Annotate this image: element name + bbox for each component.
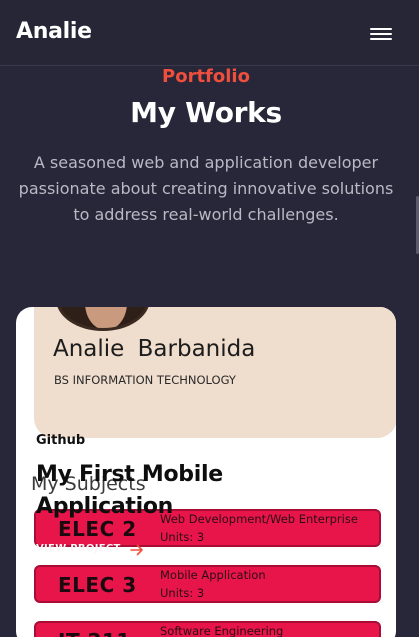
subject-units: Units: 3: [160, 530, 205, 544]
subject-units: Units: 3: [160, 586, 205, 600]
profile-name: Analie Barbanida: [53, 336, 256, 362]
subject-name: Mobile Application: [160, 568, 266, 582]
subject-card: ELEC 3 Mobile Application Units: 3: [34, 565, 381, 603]
project-image: Analie Barbanida BS INFORMATION TECHNOLO…: [34, 307, 396, 438]
brand-logo[interactable]: Analie: [16, 19, 92, 44]
section-description: A seasoned web and application developer…: [18, 153, 394, 224]
subject-code: IT 211: [58, 629, 131, 637]
section-eyebrow: Portfolio: [162, 66, 250, 87]
hamburger-menu-icon[interactable]: [367, 24, 395, 46]
view-project-label: VIEW PROJECT: [36, 543, 121, 554]
profile-degree: BS INFORMATION TECHNOLOGY: [54, 373, 236, 387]
navbar: Analie: [0, 0, 419, 66]
subject-card: IT 211 Software Engineering: [34, 621, 381, 637]
project-card[interactable]: Analie Barbanida BS INFORMATION TECHNOLO…: [16, 307, 396, 637]
section-title: My Works: [130, 96, 282, 129]
project-title: My First Mobile Application: [36, 462, 223, 519]
project-tag: Github: [36, 433, 86, 448]
profile-photo: [56, 307, 150, 331]
arrow-right-icon: [130, 544, 143, 556]
subject-name: Software Engineering: [160, 624, 284, 637]
subject-code: ELEC 3: [58, 573, 137, 597]
